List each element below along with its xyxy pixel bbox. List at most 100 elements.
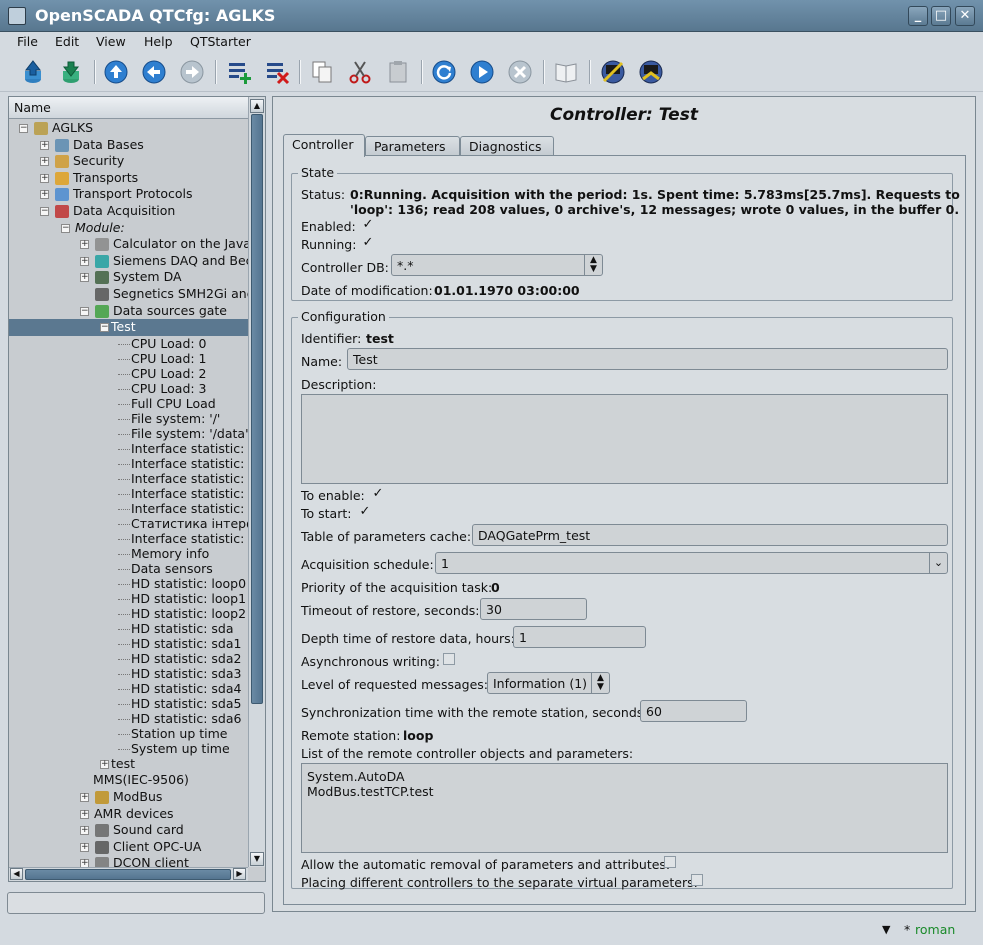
collapse-icon[interactable]: −: [100, 323, 109, 333]
tree-node[interactable]: MMS(IEC-9506): [9, 772, 248, 789]
tree-node[interactable]: − Module:: [9, 220, 248, 237]
expand-icon[interactable]: +: [100, 759, 109, 769]
tree-node[interactable]: + test: [9, 756, 248, 773]
stop-button[interactable]: [505, 57, 535, 87]
delete-item-button[interactable]: [262, 57, 292, 87]
scroll-up-arrow[interactable]: ▲: [250, 99, 264, 113]
navigation-tree[interactable]: − AGLKS + Data Bases + Security + Transports + Tr…: [9, 119, 248, 867]
scroll-left-arrow[interactable]: ◀: [10, 868, 23, 880]
timeout-field[interactable]: 30: [480, 598, 587, 620]
running-checkbox[interactable]: [362, 237, 374, 249]
copy-button[interactable]: [307, 57, 337, 87]
manual-button[interactable]: [551, 57, 581, 87]
tree-node-label: Interface statistic: v: [131, 485, 248, 501]
db-save-button[interactable]: [56, 57, 86, 87]
uivision-button[interactable]: [636, 57, 666, 87]
hscroll-thumb[interactable]: [25, 869, 231, 880]
sync-time-field[interactable]: 60: [640, 700, 747, 722]
async-writing-checkbox[interactable]: [443, 653, 455, 665]
depth-time-field[interactable]: 1: [513, 626, 646, 648]
tree-vertical-scrollbar[interactable]: ▲ ▼: [248, 97, 265, 867]
description-textarea[interactable]: [301, 394, 948, 484]
refresh-button[interactable]: [429, 57, 459, 87]
expand-icon[interactable]: +: [80, 826, 89, 836]
to-enable-checkbox[interactable]: [372, 488, 384, 500]
tree-node[interactable]: Segnetics SMH2Gi and: [9, 286, 248, 303]
scroll-right-arrow[interactable]: ▶: [233, 868, 246, 880]
tree-node[interactable]: + Sound card: [9, 822, 248, 839]
menu-file[interactable]: File: [17, 34, 38, 49]
separate-params-checkbox[interactable]: [691, 874, 703, 886]
scroll-thumb[interactable]: [251, 114, 263, 704]
user-menu-icon[interactable]: ▼: [882, 923, 890, 936]
tree-node[interactable]: + Calculator on the Java-: [9, 236, 248, 253]
vision-button[interactable]: [598, 57, 628, 87]
menu-help[interactable]: Help: [144, 34, 173, 49]
expand-icon[interactable]: +: [40, 190, 49, 200]
tree-node-label: Interface statistic: e: [131, 440, 248, 456]
tree-node[interactable]: + Transport Protocols: [9, 186, 248, 203]
back-button[interactable]: [139, 57, 169, 87]
collapse-icon[interactable]: −: [80, 306, 89, 316]
expand-icon[interactable]: +: [80, 859, 89, 867]
tree-node[interactable]: + AMR devices: [9, 806, 248, 823]
params-cache-field[interactable]: DAQGatePrm_test: [472, 524, 948, 546]
tree-node[interactable]: − Data Acquisition: [9, 203, 248, 220]
menu-edit[interactable]: Edit: [55, 34, 79, 49]
scroll-down-arrow[interactable]: ▼: [250, 852, 264, 866]
remote-list-line: System.AutoDA: [307, 769, 405, 784]
collapse-icon[interactable]: −: [19, 124, 28, 133]
expand-icon[interactable]: +: [80, 809, 89, 819]
maximize-button[interactable]: □: [931, 6, 951, 26]
tree-node[interactable]: + ModBus: [9, 789, 248, 806]
tree-node[interactable]: + System DA: [9, 269, 248, 286]
tab-parameters[interactable]: Parameters: [365, 136, 460, 156]
minimize-button[interactable]: _: [908, 6, 928, 26]
collapse-icon[interactable]: −: [61, 223, 70, 233]
name-field[interactable]: Test: [347, 348, 948, 370]
tree-node[interactable]: + Transports: [9, 170, 248, 187]
db-load-button[interactable]: [18, 57, 48, 87]
timeout-label: Timeout of restore, seconds:: [301, 603, 480, 618]
menu-qtstarter[interactable]: QTStarter: [190, 34, 251, 49]
to-start-checkbox[interactable]: [359, 506, 371, 518]
tree-header[interactable]: Name: [9, 97, 248, 119]
current-user[interactable]: roman: [915, 922, 955, 937]
expand-icon[interactable]: +: [80, 240, 89, 250]
tree-node[interactable]: + DCON client: [9, 855, 248, 867]
expand-icon[interactable]: +: [40, 140, 49, 150]
tree-node[interactable]: − AGLKS: [9, 120, 248, 137]
start-button[interactable]: [467, 57, 497, 87]
tree-node[interactable]: + Client OPC-UA: [9, 839, 248, 856]
message-level-select[interactable]: Information (1) ▲ ▼: [487, 672, 610, 694]
expand-icon[interactable]: +: [40, 157, 49, 167]
tree-horizontal-scrollbar[interactable]: ◀ ▶: [9, 867, 248, 881]
tab-controller[interactable]: Controller: [283, 134, 365, 157]
expand-icon[interactable]: +: [80, 793, 89, 802]
collapse-icon[interactable]: −: [40, 207, 49, 216]
menu-view[interactable]: View: [96, 34, 126, 49]
chevron-down-icon[interactable]: ⌄: [929, 553, 947, 573]
expand-icon[interactable]: +: [40, 173, 49, 183]
tree-node[interactable]: + Security: [9, 153, 248, 170]
acquisition-schedule-combo[interactable]: 1 ⌄: [435, 552, 948, 574]
close-button[interactable]: ✕: [955, 6, 975, 26]
toolbar-separator: [94, 60, 96, 84]
expand-icon[interactable]: +: [80, 842, 89, 852]
tree-node[interactable]: + Siemens DAQ and Bec: [9, 253, 248, 270]
remote-list-textarea[interactable]: System.AutoDA ModBus.testTCP.test: [301, 763, 948, 853]
controller-db-select[interactable]: *.* ▲ ▼: [391, 254, 603, 276]
up-button[interactable]: [101, 57, 131, 87]
tab-diagnostics[interactable]: Diagnostics: [460, 136, 554, 156]
expand-icon[interactable]: +: [80, 273, 89, 283]
tree-node[interactable]: + Data Bases: [9, 137, 248, 154]
auto-removal-checkbox[interactable]: [664, 856, 676, 868]
paste-button[interactable]: [383, 57, 413, 87]
cut-button[interactable]: [345, 57, 375, 87]
enabled-checkbox[interactable]: [362, 219, 374, 231]
tree-node[interactable]: − Test: [9, 319, 248, 337]
expand-icon[interactable]: +: [80, 256, 89, 266]
tree-node[interactable]: − Data sources gate: [9, 303, 248, 320]
forward-button[interactable]: [177, 57, 207, 87]
add-item-button[interactable]: [224, 57, 254, 87]
